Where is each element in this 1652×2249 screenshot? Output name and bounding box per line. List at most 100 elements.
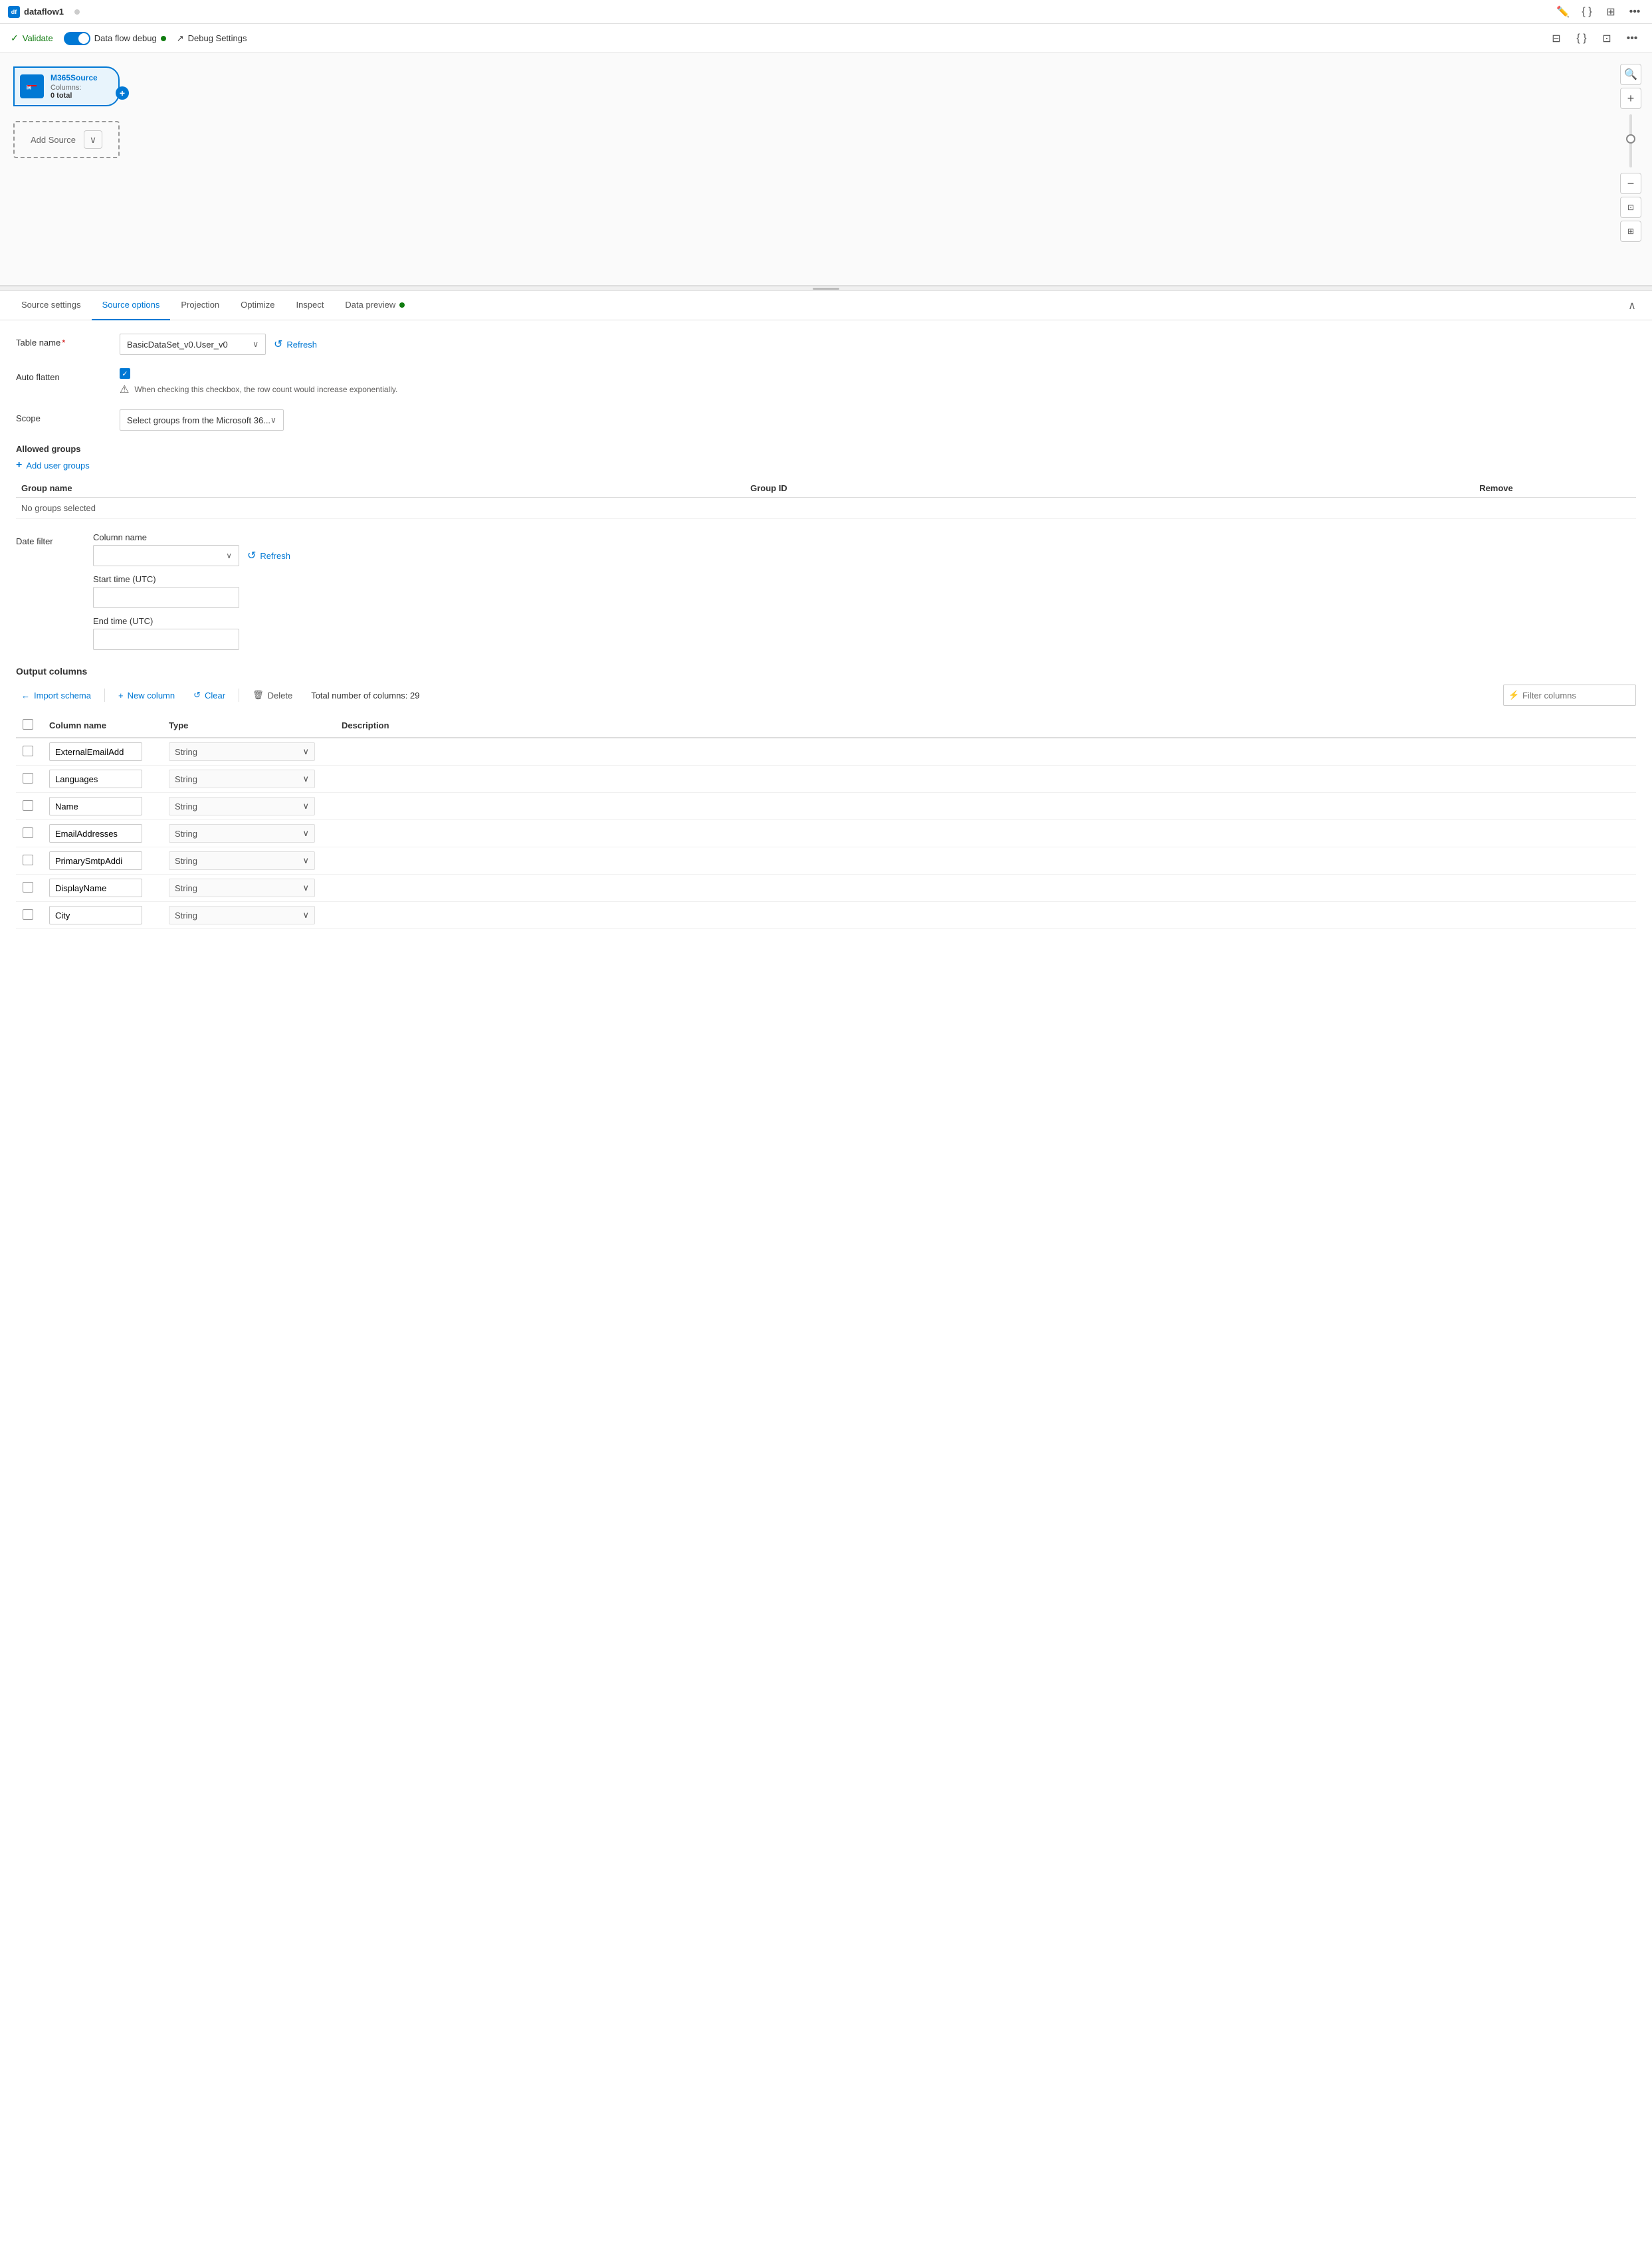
debug-label: Data flow debug [94, 33, 157, 43]
row-checkbox-0[interactable] [23, 746, 33, 756]
clear-btn[interactable]: ↺ Clear [188, 687, 231, 703]
refresh2-icon: ↺ [247, 549, 256, 562]
col-name-input-0[interactable] [49, 742, 142, 761]
date-filter-row: Date filter Column name ∨ ↺ Refresh [16, 532, 1636, 650]
start-time-group: Start time (UTC) [93, 574, 1636, 608]
warning-icon: ⚠ [120, 383, 129, 396]
auto-flatten-checkbox[interactable]: ✓ [120, 368, 130, 379]
import-schema-btn[interactable]: ← Import schema [16, 688, 96, 703]
more-icon-btn[interactable]: ••• [1625, 3, 1644, 21]
node-name: M365Source [51, 73, 98, 82]
tab-inspect[interactable]: Inspect [285, 291, 334, 320]
row-checkbox-6[interactable] [23, 909, 33, 920]
column-refresh-btn[interactable]: ↺ Refresh [247, 549, 290, 562]
row-checkbox-3[interactable] [23, 827, 33, 838]
form-area: Table name* BasicDataSet_v0.User_v0 ∨ ↺ … [0, 320, 1652, 942]
column-name-select[interactable]: ∨ [93, 545, 239, 566]
node-info: M365Source Columns: 0 total [51, 73, 98, 100]
zoom-thumb[interactable] [1626, 134, 1635, 144]
delete-icon: 🗑 [253, 690, 264, 700]
node-add-btn[interactable]: + [116, 86, 129, 100]
validate-label: Validate [23, 33, 53, 43]
auto-flatten-warning: ⚠ When checking this checkbox, the row c… [120, 383, 1636, 396]
tab-projection[interactable]: Projection [170, 291, 230, 320]
type-chevron-icon: ∨ [302, 828, 309, 839]
select-btn[interactable]: ⊞ [1620, 221, 1641, 242]
end-time-label: End time (UTC) [93, 616, 1636, 626]
groups-table: Group name Group ID Remove No groups sel… [16, 479, 1636, 519]
start-time-label: Start time (UTC) [93, 574, 1636, 584]
zoom-slider[interactable] [1629, 114, 1632, 167]
data-preview-dot [399, 302, 405, 308]
layout-icon-btn[interactable]: ⊟ [1547, 29, 1566, 48]
import-schema-icon: ← [21, 691, 30, 700]
col-name-input-6[interactable] [49, 906, 142, 924]
col-type-select-1[interactable]: String ∨ [169, 770, 315, 788]
col-name-chevron-icon: ∨ [226, 551, 232, 560]
column-name-group: Column name ∨ ↺ Refresh [93, 532, 1636, 566]
export-icon-btn[interactable]: ⊡ [1598, 29, 1616, 48]
delete-btn[interactable]: 🗑 Delete [247, 687, 298, 703]
table-name-select[interactable]: BasicDataSet_v0.User_v0 ∨ [120, 334, 266, 355]
zoom-in-btn[interactable]: + [1620, 88, 1641, 109]
row-checkbox-2[interactable] [23, 800, 33, 811]
col-desc-header: Description [335, 714, 1636, 738]
table-row: String ∨ [16, 793, 1636, 820]
debug-active-dot [161, 36, 166, 41]
debug-toggle[interactable] [64, 32, 90, 45]
more2-icon-btn[interactable]: ••• [1623, 29, 1641, 48]
auto-flatten-label: Auto flatten [16, 368, 109, 382]
col-name-input-4[interactable] [49, 851, 142, 870]
grid-icon-btn[interactable]: ⊞ [1601, 3, 1620, 21]
table-row: String ∨ [16, 738, 1636, 766]
remove-header: Remove [1474, 479, 1636, 498]
add-source-box[interactable]: Add Source ∨ [13, 121, 120, 158]
tab-optimize[interactable]: Optimize [230, 291, 285, 320]
app-logo: df dataflow1 [8, 6, 64, 18]
col-type-select-2[interactable]: String ∨ [169, 797, 315, 815]
col-name-input-5[interactable] [49, 879, 142, 897]
end-time-input[interactable] [93, 629, 239, 650]
new-column-btn[interactable]: + New column [113, 688, 180, 703]
node-icon: M [20, 74, 44, 98]
row-checkbox-4[interactable] [23, 855, 33, 865]
row-checkbox-1[interactable] [23, 773, 33, 784]
start-time-input[interactable] [93, 587, 239, 608]
col-type-select-4[interactable]: String ∨ [169, 851, 315, 870]
select-all-checkbox[interactable] [23, 719, 33, 730]
row-checkbox-5[interactable] [23, 882, 33, 893]
divider-line [813, 288, 839, 290]
braces-icon-btn[interactable]: { } [1572, 29, 1591, 48]
col-type-select-0[interactable]: String ∨ [169, 742, 315, 761]
col-type-select-6[interactable]: String ∨ [169, 906, 315, 924]
canvas-area: M M365Source Columns: 0 total + [0, 53, 1652, 286]
validate-btn[interactable]: ✓ Validate [11, 33, 53, 44]
toolbar-divider1 [104, 689, 105, 702]
add-user-groups-btn[interactable]: + Add user groups [16, 459, 1636, 471]
filter-columns-input[interactable] [1503, 685, 1636, 706]
scope-select[interactable]: Select groups from the Microsoft 36... ∨ [120, 409, 284, 431]
type-chevron-icon: ∨ [302, 801, 309, 811]
tab-source-settings[interactable]: Source settings [11, 291, 92, 320]
col-name-input-3[interactable] [49, 824, 142, 843]
tab-source-options[interactable]: Source options [92, 291, 171, 320]
col-name-input-2[interactable] [49, 797, 142, 815]
code-icon-btn[interactable]: { } [1578, 3, 1596, 21]
fit-screen-btn[interactable]: ⊡ [1620, 197, 1641, 218]
end-time-group: End time (UTC) [93, 616, 1636, 650]
zoom-out-btn[interactable]: − [1620, 173, 1641, 194]
auto-flatten-checkbox-row: ✓ [120, 368, 1636, 379]
logo-icon: df [8, 6, 20, 18]
tab-data-preview[interactable]: Data preview [334, 291, 415, 320]
search-canvas-btn[interactable]: 🔍 [1620, 64, 1641, 85]
col-type-select-5[interactable]: String ∨ [169, 879, 315, 897]
pencil-icon-btn[interactable]: ✏️ [1554, 3, 1572, 21]
tab-bar: Source settings Source options Projectio… [0, 291, 1652, 320]
m365source-node[interactable]: M M365Source Columns: 0 total + [13, 66, 120, 106]
debug-settings-btn[interactable]: ↗ Debug Settings [177, 33, 247, 44]
table-refresh-btn[interactable]: ↺ Refresh [274, 338, 317, 351]
collapse-panel-btn[interactable]: ∧ [1623, 296, 1641, 315]
col-type-select-3[interactable]: String ∨ [169, 824, 315, 843]
chevron-down-icon: ∨ [253, 340, 258, 349]
col-name-input-1[interactable] [49, 770, 142, 788]
